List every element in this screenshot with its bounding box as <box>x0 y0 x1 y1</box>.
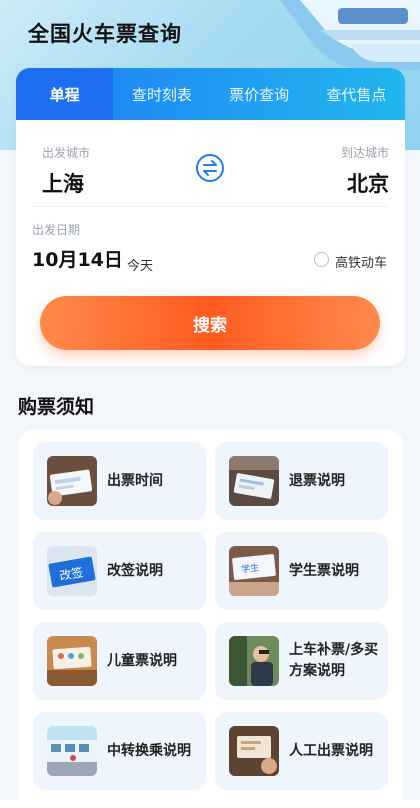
tab-fare[interactable]: 票价查询 <box>211 68 308 120</box>
from-city[interactable]: 上海 <box>42 168 84 198</box>
bottom-tab-bar <box>0 800 420 808</box>
notice-item-label: 儿童票说明 <box>107 652 177 669</box>
route-row: 出发城市 上海 到达城市 北京 <box>16 128 405 206</box>
high-speed-label[interactable]: 高铁动车 <box>335 252 387 271</box>
notice-item-refund[interactable]: 退票说明 <box>215 442 388 520</box>
tab-agency[interactable]: 查代售点 <box>308 68 405 120</box>
notice-item-label: 中转换乘说明 <box>107 742 191 759</box>
notice-item-label: 人工出票说明 <box>289 742 373 759</box>
conductor-thumbnail <box>229 636 279 686</box>
app-title: 全国火车票查询 <box>28 22 182 46</box>
student-ticket-thumbnail: 学生 <box>229 546 279 596</box>
notice-item-issue-time[interactable]: 出票时间 <box>33 442 206 520</box>
mode-tabs: 单程 查时刻表 票价查询 查代售点 <box>16 68 405 120</box>
child-ticket-thumbnail <box>47 636 97 686</box>
ticket-hand-thumbnail <box>47 456 97 506</box>
notice-item-child[interactable]: 儿童票说明 <box>33 622 206 700</box>
notice-item-label: 学生票说明 <box>289 562 359 579</box>
ticket-table-thumbnail <box>229 456 279 506</box>
date-value[interactable]: 10月14日 <box>32 245 123 272</box>
date-relative: 今天 <box>127 259 154 274</box>
divider <box>32 206 389 207</box>
notice-item-manual[interactable]: 人工出票说明 <box>215 712 388 790</box>
change-sign-thumbnail: 改签 <box>47 546 97 596</box>
search-card: 单程 查时刻表 票价查询 查代售点 出发城市 上海 到达城市 北京 出发日期 1… <box>16 68 405 366</box>
high-speed-checkbox[interactable] <box>314 252 329 267</box>
notice-item-label: 出票时间 <box>107 472 163 489</box>
notice-item-change[interactable]: 改签 改签说明 <box>33 532 206 610</box>
notice-item-onboard[interactable]: 上车补票/多买方案说明 <box>215 622 388 700</box>
notice-item-student[interactable]: 学生 学生票说明 <box>215 532 388 610</box>
search-button[interactable]: 搜索 <box>40 296 380 350</box>
tab-timetable[interactable]: 查时刻表 <box>113 68 210 120</box>
from-city-label: 出发城市 <box>42 146 91 160</box>
notice-panel: 出票时间 退票说明 改签 改签说明 学生 学生票说明 儿童票说明 上车补票/多买… <box>18 430 403 808</box>
to-city[interactable]: 北京 <box>347 168 389 198</box>
notice-item-label: 改签说明 <box>107 562 163 579</box>
swap-icon[interactable] <box>196 154 224 182</box>
tab-one-way[interactable]: 单程 <box>16 68 114 120</box>
platform-thumbnail <box>47 726 97 776</box>
notice-item-label: 上车补票/多买方案说明 <box>289 642 379 679</box>
date-label: 出发日期 <box>32 223 81 237</box>
to-city-label: 到达城市 <box>340 146 389 160</box>
counter-thumbnail <box>229 726 279 776</box>
train-illustration <box>280 0 420 70</box>
notice-item-transfer[interactable]: 中转换乘说明 <box>33 712 206 790</box>
notice-title: 购票须知 <box>18 396 95 418</box>
notice-item-label: 退票说明 <box>289 472 345 489</box>
